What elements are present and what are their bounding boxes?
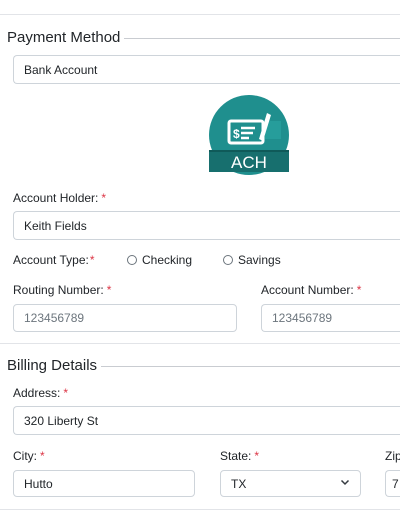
radio-checking-label: Checking bbox=[142, 253, 193, 267]
payment-method-select[interactable]: Bank Account bbox=[13, 55, 400, 84]
address-label: Address: * bbox=[13, 386, 68, 400]
state-label-text: State: bbox=[220, 449, 252, 463]
routing-number-label: Routing Number: * bbox=[13, 283, 111, 297]
account-number-field[interactable]: 123456789 bbox=[261, 304, 400, 332]
required-marker: * bbox=[254, 449, 260, 463]
zip-field[interactable]: 7 bbox=[385, 470, 400, 497]
radio-savings-circle[interactable] bbox=[223, 255, 233, 265]
billing-details-legend: Billing Details bbox=[7, 357, 102, 374]
ach-logo-text: ACH bbox=[231, 153, 267, 172]
radio-savings[interactable]: Savings bbox=[223, 253, 281, 267]
required-marker: * bbox=[106, 283, 112, 297]
required-marker: * bbox=[101, 191, 107, 205]
address-label-text: Address: bbox=[13, 386, 61, 400]
city-value: Hutto bbox=[24, 476, 53, 491]
routing-number-label-text: Routing Number: bbox=[13, 283, 104, 297]
account-number-label: Account Number: * bbox=[261, 283, 361, 297]
account-holder-label-text: Account Holder: bbox=[13, 191, 99, 205]
routing-number-placeholder: 123456789 bbox=[24, 311, 85, 325]
account-type-label: Account Type:* bbox=[13, 253, 95, 267]
required-marker: * bbox=[40, 449, 45, 463]
payment-method-legend: Payment Method bbox=[7, 29, 125, 46]
address-value: 320 Liberty St bbox=[24, 413, 99, 428]
svg-text:$: $ bbox=[233, 127, 240, 141]
state-value: TX bbox=[231, 476, 247, 491]
account-holder-label: Account Holder: * bbox=[13, 191, 106, 205]
city-field[interactable]: Hutto bbox=[13, 470, 195, 497]
billing-legend-line bbox=[101, 366, 400, 367]
state-label: State: * bbox=[220, 449, 259, 463]
account-holder-field[interactable]: Keith Fields bbox=[13, 211, 400, 240]
required-marker: * bbox=[356, 283, 362, 297]
city-label: City: * bbox=[13, 449, 45, 463]
payment-method-value: Bank Account bbox=[24, 62, 98, 77]
account-holder-value: Keith Fields bbox=[24, 218, 87, 233]
city-label-text: City: bbox=[13, 449, 37, 463]
radio-checking[interactable]: Checking bbox=[127, 253, 192, 267]
required-marker: * bbox=[89, 253, 95, 267]
section-divider bbox=[0, 343, 400, 344]
address-field[interactable]: 320 Liberty St bbox=[13, 406, 400, 435]
zip-value: 7 bbox=[392, 476, 399, 491]
zip-label: Zip bbox=[385, 449, 400, 463]
required-marker: * bbox=[63, 386, 69, 400]
radio-savings-label: Savings bbox=[238, 253, 281, 267]
radio-checking-circle[interactable] bbox=[127, 255, 137, 265]
routing-number-field[interactable]: 123456789 bbox=[13, 304, 237, 332]
account-number-label-text: Account Number: bbox=[261, 283, 354, 297]
account-type-label-text: Account Type: bbox=[13, 253, 89, 267]
payment-legend-line bbox=[118, 38, 400, 39]
ach-logo-icon: $ ACH bbox=[209, 95, 289, 175]
chevron-down-icon bbox=[340, 479, 350, 485]
top-divider bbox=[0, 14, 400, 15]
state-select[interactable]: TX bbox=[220, 470, 361, 497]
bottom-divider bbox=[0, 509, 400, 510]
account-number-placeholder: 123456789 bbox=[272, 311, 333, 325]
zip-label-text: Zip bbox=[385, 449, 400, 463]
